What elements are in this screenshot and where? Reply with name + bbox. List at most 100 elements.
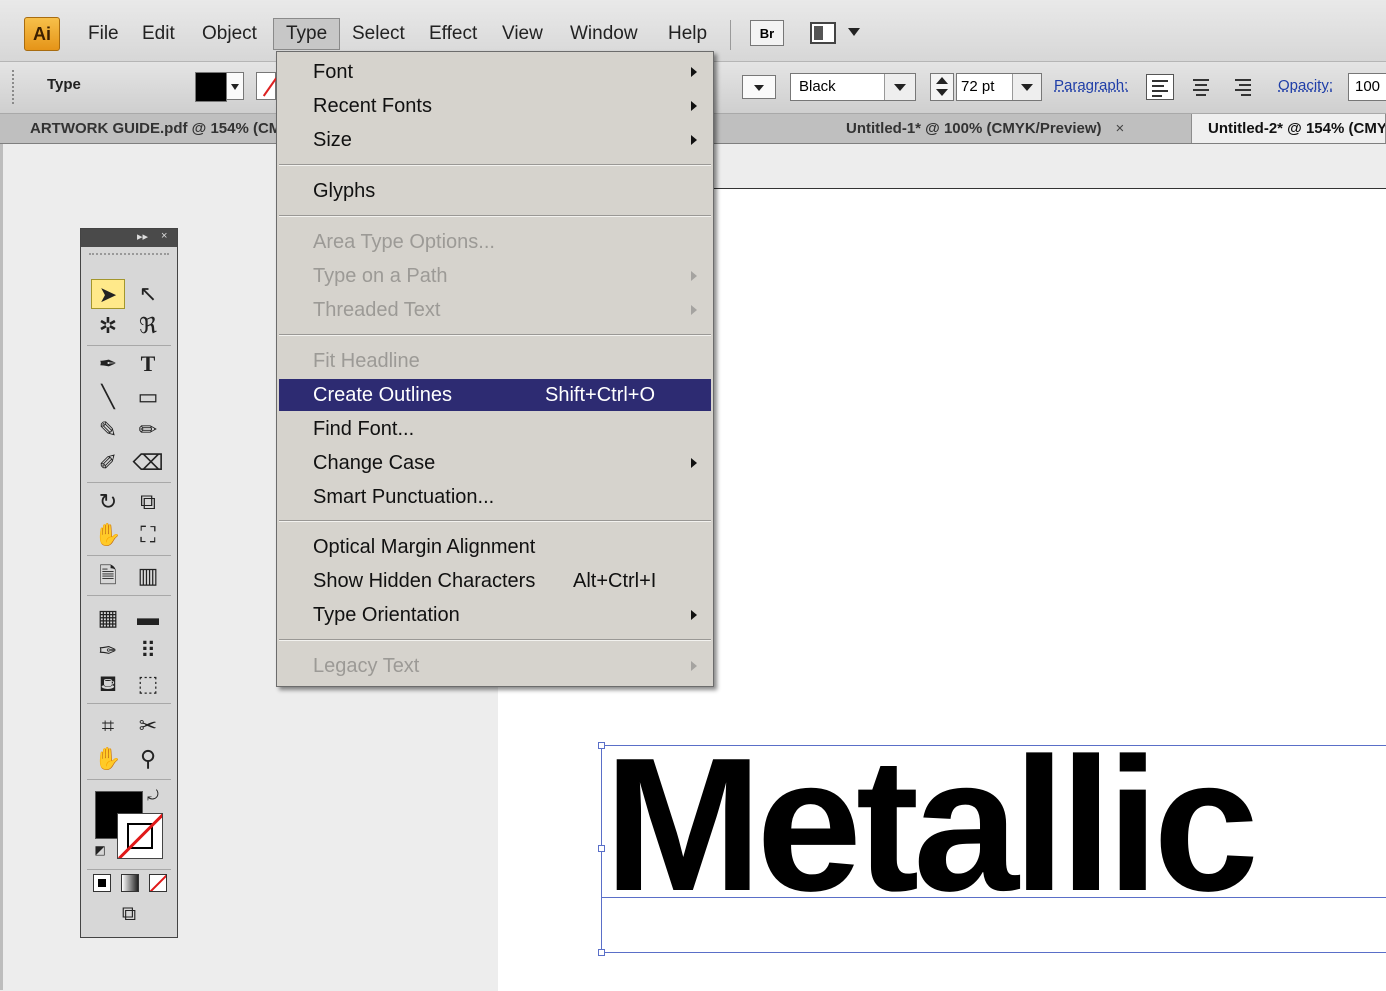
menu-item-legacy-text: Legacy Text: [279, 650, 711, 682]
blend-tool-icon[interactable]: ⠿: [131, 636, 165, 666]
arrange-documents-icon[interactable]: [810, 22, 836, 44]
column-graph-tool-icon[interactable]: ▥: [131, 561, 165, 591]
artboard-tool-icon[interactable]: ⌗: [91, 711, 125, 741]
magic-wand-tool-icon[interactable]: ✲: [91, 311, 125, 341]
menu-separator: [279, 639, 711, 641]
hand-tool-icon[interactable]: ✋: [91, 744, 125, 774]
selection-handle[interactable]: [598, 949, 605, 956]
live-paint-bucket-tool-icon[interactable]: ⛾: [91, 669, 125, 699]
scale-tool-icon[interactable]: ⧉: [131, 487, 165, 517]
paragraph-link[interactable]: Paragraph:: [1054, 77, 1128, 94]
bridge-button[interactable]: Br: [750, 20, 784, 46]
menu-item-change-case[interactable]: Change Case: [279, 447, 711, 479]
gradient-tool-icon[interactable]: ▬: [131, 603, 165, 633]
zoom-tool-icon[interactable]: ⚲: [131, 744, 165, 774]
panel-grip[interactable]: [12, 70, 18, 104]
default-colors-icon[interactable]: ◩: [91, 841, 109, 859]
menu-effect[interactable]: Effect: [417, 18, 489, 50]
submenu-arrow-icon: [691, 610, 697, 620]
free-transform-tool-icon[interactable]: ⛶: [131, 520, 165, 550]
chevron-down-icon[interactable]: [884, 74, 915, 100]
menu-item-show-hidden-characters[interactable]: Show Hidden Characters Alt+Ctrl+I: [279, 565, 711, 597]
menu-item-type-orientation[interactable]: Type Orientation: [279, 599, 711, 631]
direct-selection-tool-icon[interactable]: ↖: [131, 279, 165, 309]
fill-swatch[interactable]: [195, 72, 227, 102]
paintbrush-tool-icon[interactable]: ✎: [91, 415, 125, 445]
menu-item-find-font[interactable]: Find Font...: [279, 413, 711, 445]
menu-item-recent-fonts[interactable]: Recent Fonts: [279, 90, 711, 122]
menu-item-create-outlines[interactable]: Create Outlines Shift+Ctrl+O: [279, 379, 711, 411]
live-paint-selection-tool-icon[interactable]: ⬚: [131, 669, 165, 699]
submenu-arrow-icon: [691, 101, 697, 111]
mesh-tool-icon[interactable]: ▦: [91, 603, 125, 633]
eyedropper-tool-icon[interactable]: ✑: [91, 636, 125, 666]
line-tool-icon[interactable]: ╲: [91, 382, 125, 412]
eraser-tool-icon[interactable]: ⌫: [131, 448, 165, 478]
menu-file[interactable]: File: [76, 18, 131, 50]
menu-edit[interactable]: Edit: [130, 18, 187, 50]
rotate-tool-icon[interactable]: ↻: [91, 487, 125, 517]
font-size-stepper[interactable]: [930, 73, 954, 101]
close-icon[interactable]: ×: [161, 230, 167, 242]
chevron-down-icon[interactable]: [1012, 74, 1041, 100]
text-selection-frame[interactable]: [601, 745, 1386, 953]
submenu-arrow-icon: [691, 271, 697, 281]
collapse-icon[interactable]: ▸▸: [137, 230, 148, 243]
font-style-select[interactable]: Black: [790, 73, 916, 101]
menu-view[interactable]: View: [490, 18, 555, 50]
selection-handle[interactable]: [598, 742, 605, 749]
menu-item-optical-margin-alignment[interactable]: Optical Margin Alignment: [279, 531, 711, 563]
warp-tool-icon[interactable]: ✋: [91, 520, 125, 550]
menu-item-smart-punctuation[interactable]: Smart Punctuation...: [279, 481, 711, 513]
stroke-color-swatch[interactable]: [117, 813, 163, 859]
menu-select[interactable]: Select: [340, 18, 417, 50]
tab-untitled-1[interactable]: Untitled-1* @ 100% (CMYK/Preview) ×: [830, 114, 1192, 143]
text-baseline: [601, 897, 1386, 898]
pencil-tool-icon[interactable]: ✏: [131, 415, 165, 445]
opacity-link[interactable]: Opacity:: [1278, 77, 1333, 94]
menu-help[interactable]: Help: [656, 18, 719, 50]
menu-item-fit-headline: Fit Headline: [313, 350, 420, 372]
symbol-sprayer-tool-icon[interactable]: 🗎: [91, 561, 125, 591]
font-size-field[interactable]: 72 pt: [956, 73, 1042, 101]
type-tool-icon[interactable]: T: [131, 349, 165, 379]
gradient-mode-icon[interactable]: [121, 874, 139, 892]
selection-handle[interactable]: [598, 845, 605, 852]
menu-type[interactable]: Type: [273, 18, 341, 50]
font-size-value: 72 pt: [961, 78, 995, 95]
menu-separator: [279, 334, 711, 336]
stroke-swatch[interactable]: [256, 72, 276, 100]
menu-item-type-on-a-path: Type on a Path: [279, 260, 711, 292]
menu-object[interactable]: Object: [190, 18, 269, 50]
selection-tool-icon[interactable]: ➤: [91, 279, 125, 309]
lasso-tool-icon[interactable]: ℜ: [131, 311, 165, 341]
panel-grip[interactable]: [89, 253, 169, 259]
screen-mode-icon[interactable]: ⧉: [111, 899, 147, 929]
menu-item-size[interactable]: Size: [279, 124, 711, 156]
fill-dropdown[interactable]: [226, 72, 244, 100]
color-mode-icon[interactable]: [93, 874, 111, 892]
menu-item-glyphs[interactable]: Glyphs: [279, 175, 711, 207]
slice-tool-icon[interactable]: ✂: [131, 711, 165, 741]
close-icon[interactable]: ×: [1116, 120, 1125, 137]
align-center-button[interactable]: [1188, 74, 1216, 100]
menu-item-font[interactable]: Font: [279, 56, 711, 88]
align-left-button[interactable]: [1146, 74, 1174, 100]
pen-tool-icon[interactable]: ✒: [91, 349, 125, 379]
tools-panel-header[interactable]: ▸▸ ×: [81, 229, 177, 247]
none-mode-icon[interactable]: [149, 874, 167, 892]
submenu-arrow-icon: [691, 458, 697, 468]
font-family-dropdown[interactable]: [742, 75, 776, 99]
shortcut-label: Alt+Ctrl+I: [573, 570, 657, 592]
rectangle-tool-icon[interactable]: ▭: [131, 382, 165, 412]
opacity-field[interactable]: 100: [1348, 73, 1386, 101]
tab-untitled-2[interactable]: Untitled-2* @ 154% (CMYK/Preview): [1192, 114, 1386, 143]
app-logo[interactable]: Ai: [24, 17, 60, 51]
menu-window[interactable]: Window: [558, 18, 650, 50]
menu-separator: [279, 215, 711, 217]
swap-colors-icon[interactable]: ⤾: [143, 785, 163, 805]
align-right-button[interactable]: [1230, 74, 1258, 100]
blob-brush-tool-icon[interactable]: ✐: [91, 448, 125, 478]
chevron-down-icon[interactable]: [848, 28, 860, 36]
menu-separator: [279, 520, 711, 522]
